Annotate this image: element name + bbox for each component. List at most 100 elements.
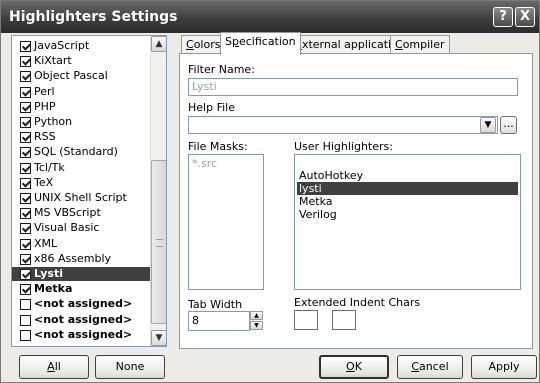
checked-checkbox[interactable] [20,238,31,250]
user-highlighter-item[interactable]: lysti [297,182,518,195]
language-label: Tcl/Tk [34,160,65,174]
checked-checkbox[interactable] [20,101,31,113]
select-all-button[interactable]: All [19,355,89,379]
language-list-item[interactable]: UNIX Shell Script [12,191,150,205]
language-label: x86 Assembly [34,251,112,265]
unchecked-checkbox[interactable] [20,329,31,341]
file-masks-list[interactable]: *.src [188,154,264,290]
unchecked-checkbox[interactable] [20,299,31,311]
language-list-item[interactable]: KiXtart [12,54,150,68]
language-label: RSS [34,130,56,144]
title-bar[interactable]: Highlighters Settings ? X [1,1,539,33]
checked-checkbox[interactable] [20,284,31,296]
language-label: MS VBScript [34,206,101,220]
language-list-item[interactable]: Metka [12,282,150,296]
specification-panel: Filter Name: Lysti Help File ▼ ... File … [179,53,533,349]
language-label: XML [34,236,58,250]
tab-specification[interactable]: Specification [220,32,301,55]
checked-checkbox[interactable] [20,177,31,189]
highlighter-language-list[interactable]: JavaScript KiXtart Object Pascal Perl PHP Pyt… [11,35,167,347]
cancel-button[interactable]: Cancel [397,355,463,379]
spin-down-icon[interactable]: ▼ [250,321,263,330]
checked-checkbox[interactable] [20,269,31,280]
language-list-item[interactable]: <not assigned> [12,313,150,327]
language-list-item[interactable]: SQL (Standard) [12,145,150,159]
help-button[interactable]: ? [493,7,513,27]
language-label: UNIX Shell Script [34,191,127,204]
highlighters-settings-window: Highlighters Settings ? X JavaScript KiXt… [0,0,540,383]
user-highlighter-item[interactable]: AutoHotkey [297,169,518,182]
language-label: JavaScript [34,39,90,52]
language-list-item[interactable]: <not assigned> [12,328,150,342]
scrollbar-thumb[interactable] [151,160,166,324]
user-highlighter-item[interactable]: Verilog [297,208,518,221]
language-list-item[interactable]: TeX [12,176,150,190]
window-title: Highlighters Settings [9,9,178,25]
language-label: Metka [34,282,73,296]
language-list-item[interactable]: JavaScript [12,39,150,53]
language-label: Perl [34,84,55,98]
language-list-item[interactable]: Perl [12,85,150,99]
language-list-scrollbar[interactable]: ▲ ▼ [150,36,166,346]
language-label: Python [34,115,73,128]
language-list-item[interactable]: x86 Assembly [12,252,150,266]
checked-checkbox[interactable] [20,56,31,68]
language-list-item[interactable]: Visual Basic [12,221,150,235]
file-masks-label: File Masks: [188,140,248,153]
user-highlighters-list[interactable]: AutoHotkey lysti Metka Verilog [294,154,521,290]
tab-compiler[interactable]: Compiler [390,35,450,54]
language-label: Lysti [34,267,64,280]
help-file-combo[interactable]: ▼ [188,116,498,134]
tab-colors[interactable]: Colors [181,35,226,54]
select-none-button[interactable]: None [95,355,165,379]
checked-checkbox[interactable] [20,132,31,144]
filter-name-field[interactable]: Lysti [188,78,518,96]
file-mask-item[interactable]: *.src [192,157,217,170]
chevron-down-icon[interactable]: ▼ [480,117,496,133]
checked-checkbox[interactable] [20,162,31,174]
scroll-up-icon[interactable]: ▲ [151,36,166,52]
checked-checkbox[interactable] [20,86,31,98]
checked-checkbox[interactable] [20,71,31,83]
checked-checkbox[interactable] [20,117,31,128]
language-label: SQL (Standard) [34,145,118,159]
language-list-item[interactable]: MS VBScript [12,206,150,220]
extended-indent-char-2[interactable] [332,310,356,330]
browse-help-file-button[interactable]: ... [500,116,517,134]
checked-checkbox[interactable] [20,41,31,52]
language-label: <not assigned> [34,297,133,311]
unchecked-checkbox[interactable] [20,314,31,326]
checked-checkbox[interactable] [20,223,31,235]
language-list-item[interactable]: Lysti [12,267,150,281]
language-label: PHP [34,99,56,113]
language-list-item[interactable]: PHP [12,100,150,114]
help-file-label: Help File [188,101,235,114]
language-list-item[interactable]: XML [12,237,150,251]
close-button[interactable]: X [515,7,535,27]
language-list-item[interactable]: Tcl/Tk [12,161,150,175]
language-list-item[interactable]: <not assigned> [12,297,150,311]
language-list-item[interactable]: RSS [12,130,150,144]
language-list-item[interactable]: Python [12,115,150,129]
language-label: Object Pascal [34,69,108,83]
tab-width-label: Tab Width [188,298,243,311]
language-label: TeX [34,175,54,189]
scroll-down-icon[interactable]: ▼ [151,330,166,346]
extended-indent-char-1[interactable] [294,310,318,330]
language-label: KiXtart [34,54,72,68]
tab-width-input[interactable]: 8 [188,311,250,331]
checked-checkbox[interactable] [20,193,31,204]
extended-indent-label: Extended Indent Chars [294,296,421,309]
checked-checkbox[interactable] [20,253,31,265]
language-label: Visual Basic [34,221,100,235]
language-label: <not assigned> [34,327,133,341]
user-highlighters-label: User Highlighters: [294,140,393,153]
checked-checkbox[interactable] [20,208,31,220]
ok-button[interactable]: OK [319,355,389,379]
spin-up-icon[interactable]: ▲ [250,311,263,320]
apply-button[interactable]: Apply [471,355,537,379]
user-highlighter-item[interactable]: Metka [297,195,518,208]
filter-name-label: Filter Name: [188,63,255,76]
language-list-item[interactable]: Object Pascal [12,69,150,83]
checked-checkbox[interactable] [20,147,31,159]
